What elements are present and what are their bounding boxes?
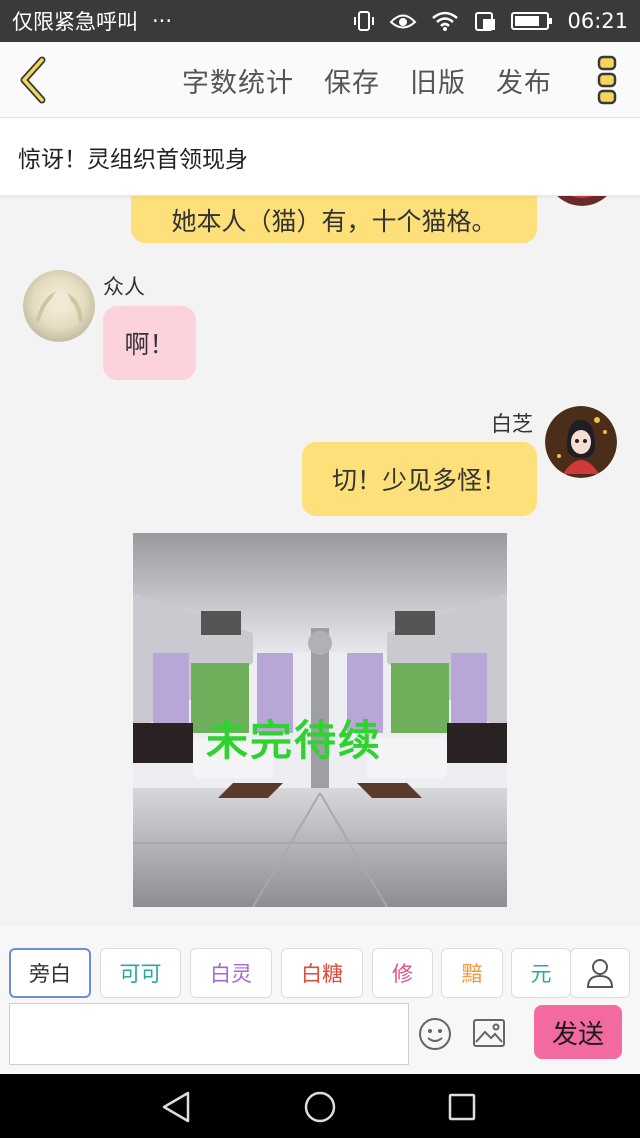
input-bar: 发送 (0, 998, 640, 1074)
publish-button[interactable]: 发布 (496, 61, 552, 100)
image-icon (473, 1019, 505, 1047)
chat-area[interactable]: 她本人（猫）有，十个猫格。 众人 啊！ 白芝 切！少见多怪！ 未完待续 (0, 196, 640, 926)
role-manage-button[interactable] (570, 948, 630, 998)
role-chip-xiu[interactable]: 修 (372, 948, 433, 998)
emoji-icon (419, 1018, 451, 1050)
role-label: 旁白 (29, 962, 71, 986)
save-button[interactable]: 保存 (324, 61, 380, 100)
nav-back-button[interactable] (160, 1090, 194, 1124)
image-caption: 未完待续 (205, 716, 382, 765)
role-label: 黯 (461, 962, 483, 986)
role-label: 元 (530, 962, 552, 986)
back-button[interactable] (14, 56, 54, 104)
battery-icon (511, 12, 553, 30)
image-button[interactable] (472, 1018, 506, 1048)
chapter-title[interactable]: 惊讶！灵组织首领现身 (0, 118, 640, 196)
role-chip-yuan[interactable]: 元 (511, 948, 571, 998)
app-screen: 仅限紧急呼叫 ··· 06:21 字数统计 保存 旧版 发布 惊讶！灵组织首领现… (0, 0, 640, 1138)
role-chip-an[interactable]: 黯 (441, 948, 503, 998)
carrier-text: 仅限紧急呼叫 (12, 10, 138, 34)
message-bubble[interactable]: 切！少见多怪！ (302, 442, 537, 516)
eye-icon (390, 14, 417, 29)
nav-recents-button[interactable] (445, 1090, 479, 1124)
role-label: 修 (392, 962, 413, 986)
avatar[interactable] (545, 406, 617, 478)
role-chip-narrator[interactable]: 旁白 (9, 948, 91, 998)
vibrate-icon (354, 11, 375, 31)
story-image[interactable]: 未完待续 (133, 533, 507, 907)
role-label: 白灵 (210, 962, 252, 986)
role-chip-keke[interactable]: 可可 (100, 948, 181, 998)
message-input[interactable] (9, 1003, 409, 1065)
chevron-left-icon (20, 56, 46, 104)
more-vertical-icon (597, 55, 617, 105)
role-selector: 旁白 可可 白灵 白糖 修 黯 元 (0, 926, 640, 998)
send-button[interactable]: 发送 (534, 1005, 622, 1059)
person-icon (586, 959, 614, 988)
avatar[interactable] (546, 196, 618, 206)
speaker-name: 众人 (103, 275, 145, 299)
editor-toolbar: 字数统计 保存 旧版 发布 (0, 42, 640, 118)
message-bubble[interactable]: 啊！ (103, 306, 196, 380)
role-label: 可可 (119, 962, 162, 986)
status-right: 06:21 (353, 9, 628, 33)
clock-text: 06:21 (567, 9, 628, 33)
more-menu-button[interactable] (596, 54, 618, 106)
status-bar: 仅限紧急呼叫 ··· 06:21 (0, 0, 640, 42)
emoji-button[interactable] (418, 1017, 452, 1051)
toolbar-actions: 字数统计 保存 旧版 发布 (182, 42, 552, 118)
role-label: 白糖 (301, 962, 343, 986)
circle-home-icon (304, 1091, 336, 1123)
speaker-name: 白芝 (491, 412, 533, 436)
square-recents-icon (448, 1093, 476, 1121)
more-notifications-text: ··· (152, 9, 173, 33)
system-nav-bar (0, 1074, 640, 1138)
nav-home-button[interactable] (303, 1090, 337, 1124)
role-chip-baitang[interactable]: 白糖 (281, 948, 363, 998)
avatar[interactable] (23, 270, 95, 342)
status-left: 仅限紧急呼叫 ··· (12, 6, 172, 36)
message-bubble[interactable]: 她本人（猫）有，十个猫格。 (131, 196, 537, 243)
word-count-button[interactable]: 字数统计 (182, 61, 294, 100)
role-chip-bailing[interactable]: 白灵 (190, 948, 272, 998)
wifi-icon (432, 11, 459, 31)
sim-icon (475, 12, 496, 31)
triangle-back-icon (162, 1091, 190, 1123)
old-version-button[interactable]: 旧版 (410, 61, 466, 100)
